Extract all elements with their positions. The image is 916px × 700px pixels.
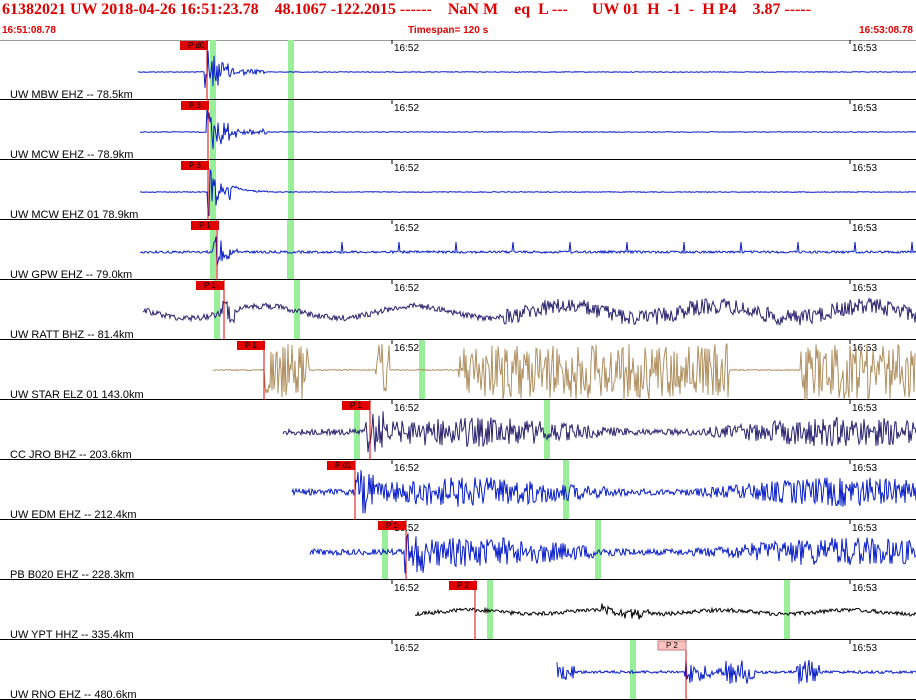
event-title: 61382021 UW 2018-04-26 16:51:23.78 48.10…	[2, 1, 812, 18]
time-mark-label: 16:52	[394, 403, 419, 414]
time-mark-label: 16:53	[852, 523, 877, 534]
waveform-trace[interactable]	[556, 659, 916, 684]
channel-label: UW RNO EHZ -- 480.6km	[10, 689, 137, 700]
event-header: 61382021 UW 2018-04-26 16:51:23.78 48.10…	[0, 0, 916, 41]
pick-label: P 1	[386, 521, 398, 530]
channel-label: PB B020 EHZ -- 228.3km	[10, 569, 134, 581]
start-time: 16:51:08.78	[2, 25, 56, 36]
time-mark-label: 16:52	[394, 43, 419, 54]
pick-label: P 1	[204, 281, 216, 290]
pick-label: P 3	[189, 101, 201, 110]
time-mark-label: 16:52	[394, 643, 419, 654]
time-mark-label: 16:52	[394, 163, 419, 174]
time-mark-label: 16:53	[852, 163, 877, 174]
channel-label: UW MCW EHZ -- 78.9km	[10, 149, 133, 161]
channel-label: CC JRO BHZ -- 203.6km	[10, 449, 132, 461]
pick-label: P 3	[189, 161, 201, 170]
seismogram-panel[interactable]: 16:52 16:53 P d0 UW MBW EHZ -- 78.5km 16:52 1…	[0, 40, 916, 700]
time-mark-label: 16:53	[852, 103, 877, 114]
channel-label: UW MCW EHZ 01 78.9km	[10, 209, 138, 221]
waveform-trace[interactable]	[137, 50, 916, 88]
pick-label: P d1	[335, 461, 352, 470]
phase-marker[interactable]	[784, 580, 790, 640]
timespan-label: Timespan= 120 s	[408, 25, 489, 36]
phase-marker[interactable]	[544, 400, 550, 460]
waveform-trace[interactable]	[309, 533, 916, 574]
time-mark-label: 16:52	[394, 343, 419, 354]
pick-label: P 1	[350, 401, 362, 410]
time-mark-label: 16:52	[394, 583, 419, 594]
channel-label: UW EDM EHZ -- 212.4km	[10, 509, 137, 521]
time-mark-label: 16:53	[852, 463, 877, 474]
channel-label: UW STAR ELZ 01 143.0km	[10, 389, 144, 401]
channel-label: UW MBW EHZ -- 78.5km	[10, 89, 133, 101]
time-mark-label: 16:53	[852, 583, 877, 594]
time-mark-label: 16:53	[852, 43, 877, 54]
channel-label: UW RATT BHZ -- 81.4km	[10, 329, 134, 341]
phase-marker[interactable]	[630, 640, 636, 700]
pick-label: P 1	[245, 341, 257, 350]
time-mark-label: 16:53	[852, 283, 877, 294]
waveform-trace[interactable]	[142, 297, 916, 326]
waveform-trace[interactable]	[139, 168, 916, 217]
pick-label: P 2	[666, 641, 678, 650]
waveform-trace[interactable]	[139, 236, 916, 266]
pick-label: P 2	[457, 581, 469, 590]
waveform-trace[interactable]	[282, 411, 916, 453]
time-mark-label: 16:52	[394, 223, 419, 234]
time-mark-label: 16:52	[394, 283, 419, 294]
time-mark-label: 16:52	[394, 103, 419, 114]
channel-label: UW YPT HHZ -- 335.4km	[10, 629, 134, 641]
time-mark-label: 16:52	[394, 463, 419, 474]
channel-label: UW GPW EHZ -- 79.0km	[10, 269, 132, 281]
waveform-trace[interactable]	[291, 470, 916, 514]
pick-label: P d0	[188, 41, 205, 50]
waveform-trace[interactable]	[212, 342, 916, 400]
pick-label: P 1	[199, 221, 211, 230]
time-mark-label: 16:53	[852, 643, 877, 654]
phase-marker[interactable]	[287, 220, 293, 280]
waveform-trace[interactable]	[139, 108, 916, 149]
end-time: 16:53:08.78	[859, 25, 913, 36]
time-mark-label: 16:53	[852, 223, 877, 234]
time-mark-label: 16:53	[852, 403, 877, 414]
